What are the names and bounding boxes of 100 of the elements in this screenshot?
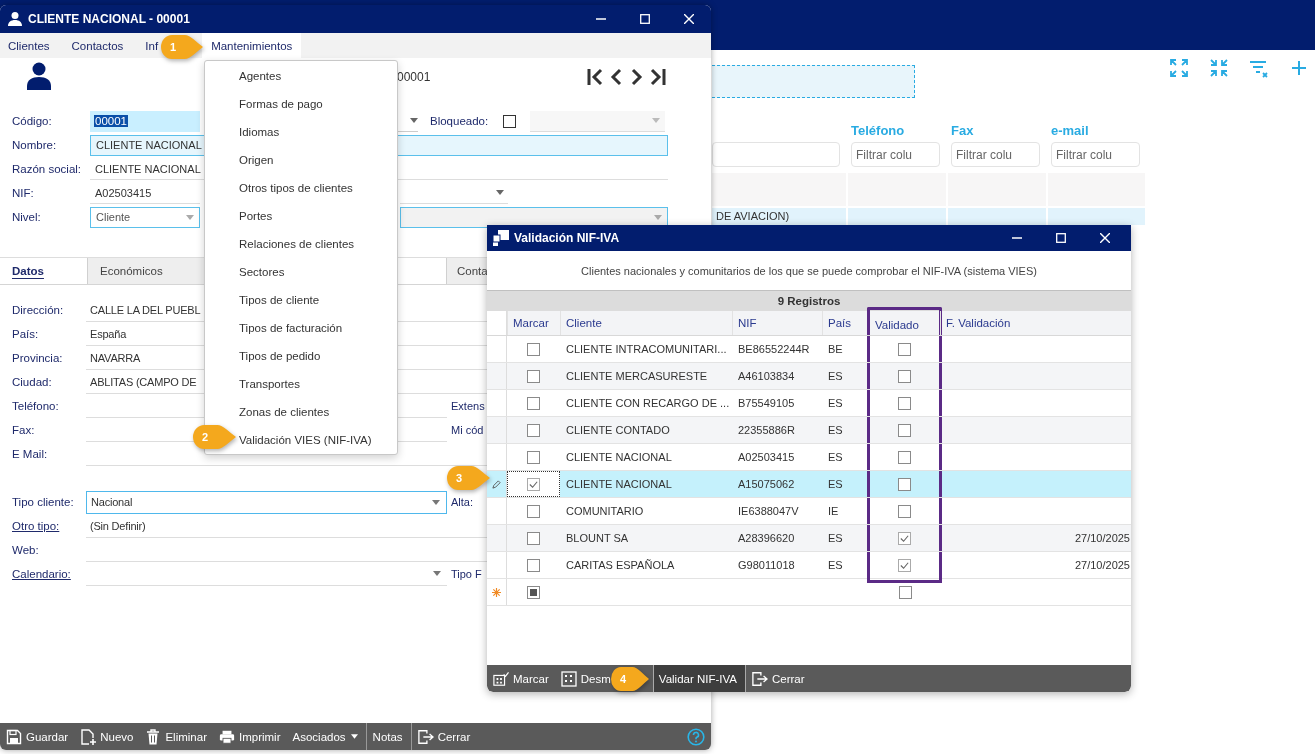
menu-item[interactable]: Clientes [8,33,50,58]
table-row[interactable]: CLIENTE CONTADO 22355886R ES [487,417,1131,444]
field-label: Alta: [451,496,474,508]
clear-filter-icon[interactable] [1249,58,1269,78]
expand-icon[interactable] [1169,58,1189,78]
record-code: 00001 [397,70,431,84]
menu-item[interactable]: Contactos [71,33,124,58]
toolbar-button[interactable]: Validar NIF-IVA [652,665,745,692]
level-dropdown[interactable]: Cliente [90,206,200,228]
text-field[interactable]: (Sin Definir) [86,514,487,538]
last-record-button[interactable] [649,66,667,88]
column-header[interactable]: NIF [732,311,822,335]
toolbar-button[interactable]: Marcar [487,665,555,692]
toolbar-button[interactable]: Cerrar [410,723,477,750]
menu-item[interactable]: Origen [239,146,274,174]
menu-item[interactable]: Validación VIES (NIF-IVA) [239,426,372,454]
toolbar-button[interactable]: Cerrar [745,665,811,692]
field-link[interactable]: Otro tipo: [0,520,86,532]
tax-id-field[interactable]: A02503415 [90,182,200,204]
blocked-checkbox[interactable] [503,114,516,128]
toolbar-button[interactable]: Asociados [286,723,364,750]
tab[interactable]: Datos [0,258,88,284]
menu-item[interactable]: Mantenimientos [202,33,302,58]
menu-item[interactable]: Sectores [239,258,285,286]
table-row[interactable]: BLOUNT SA A28396620 ES 27/10/2025 [487,525,1131,552]
close-icon[interactable] [684,14,694,24]
toolbar-button[interactable]: Eliminar [139,723,213,750]
table-row[interactable]: CLIENTE NACIONAL A15075062 ES [487,471,1131,498]
menu-item[interactable]: Formas de pago [239,90,323,118]
help-icon[interactable] [687,727,705,746]
column-header[interactable]: Cliente [560,311,732,335]
table-cell-text: IE6388047V [737,504,800,519]
table-cell-text: IE [827,504,840,519]
menu-item[interactable]: Tipos de facturación [239,314,343,342]
table-cell-text: ES [827,369,844,384]
mark-checkbox[interactable] [527,396,540,410]
filter-field[interactable]: Filtrar colu [851,142,940,167]
grid-icon [560,670,577,687]
caret-icon [433,571,441,576]
column-header[interactable]: F. Validación [940,311,1131,335]
field-label: Tipo F [451,568,483,580]
menu-item[interactable]: Agentes [239,62,282,90]
field-label: Razón social: [12,163,83,175]
plus-icon[interactable] [1289,58,1309,78]
menu-item[interactable]: Tipos de cliente [239,286,320,314]
code-field[interactable]: 00001 [90,110,200,132]
filter-field[interactable]: Filtrar colu [951,142,1040,167]
menu-item[interactable]: Otros tipos de clientes [239,174,353,202]
menu-item[interactable]: Relaciones de clientes [239,230,355,258]
column-header[interactable]: Marcar [507,311,560,335]
toolbar-button[interactable]: Nuevo [74,723,140,750]
filter-field[interactable] [712,142,840,167]
table-cell-text: COMUNITARIO [565,504,645,519]
new-file-icon [80,728,97,745]
dropdown-field[interactable]: Nacional [86,490,447,514]
field-label: E Mail: [11,448,49,460]
table-row[interactable]: CLIENTE NACIONAL A02503415 ES [487,444,1131,471]
mark-checkbox[interactable] [527,558,540,572]
table-cell-text: CLIENTE MERCASURESTE [565,369,709,384]
mark-checkbox[interactable] [527,369,540,383]
table-cell-text: A02503415 [737,450,796,465]
menu-item[interactable]: Zonas de clientes [239,398,330,426]
first-record-button[interactable] [586,66,604,88]
step-callout: 3 [447,466,490,490]
toolbar-button[interactable]: Notas [365,723,409,750]
field-link[interactable]: Calendario: [0,568,86,580]
menu-item[interactable]: Inf [145,33,159,58]
close-icon[interactable] [1100,233,1110,243]
toolbar-button[interactable]: Guardar [0,723,75,750]
table-row[interactable]: CLIENTE INTRACOMUNITARI... BE86552244R BE [487,336,1131,363]
mark-checkbox[interactable] [527,477,540,491]
mark-checkbox[interactable] [527,585,540,599]
mark-checkbox[interactable] [527,450,540,464]
field-label: País: [11,328,40,340]
caret-icon [496,190,504,195]
table-row[interactable]: COMUNITARIO IE6388047V IE [487,498,1131,525]
column-header[interactable]: País [822,311,870,335]
caret-icon [410,118,418,123]
tab[interactable]: Económicos [88,258,205,284]
table-cell-text: 22355886R [737,423,796,438]
menu-item[interactable]: Portes [239,202,273,230]
checklist-icon [493,670,509,687]
dropdown-field[interactable] [400,206,668,228]
maximize-icon[interactable] [640,14,650,24]
toolbar-button[interactable]: Imprimir [213,723,287,750]
table-cell-text: G98011018 [737,558,796,573]
toolbar-button[interactable]: Desm [554,665,611,692]
windows-icon [493,230,509,246]
table-row[interactable]: CLIENTE CON RECARGO DE ... B75549105 ES [487,390,1131,417]
mark-checkbox[interactable] [527,423,540,437]
table-cell: DE AVIACION) [712,208,846,225]
maximize-icon[interactable] [1056,233,1066,243]
table-row[interactable]: CLIENTE MERCASURESTE A46103834 ES [487,363,1131,390]
mark-checkbox[interactable] [527,531,540,545]
mark-checkbox[interactable] [527,342,540,356]
field-label: Código: [12,115,53,127]
mark-checkbox[interactable] [527,504,540,518]
collapse-icon[interactable] [1209,58,1229,78]
menu-item[interactable]: Idiomas [239,118,280,146]
filter-field[interactable]: Filtrar colu [1051,142,1140,167]
